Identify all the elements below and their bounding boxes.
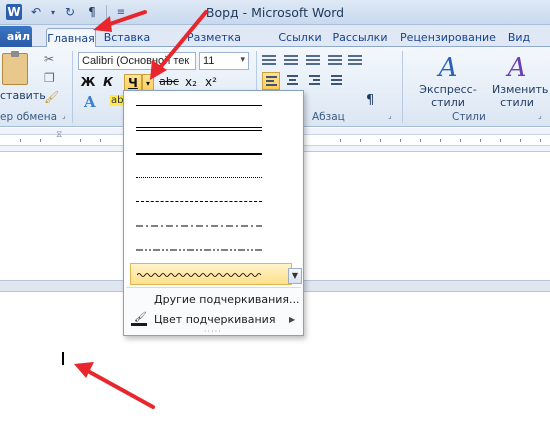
title-bar: W ↶ ▾ ↻ ¶ ≡ Ворд - Microsoft Word (0, 0, 550, 25)
ribbon-tabs: айл Главная Вставка Разметка страницы Сс… (0, 25, 550, 57)
word-window: W ↶ ▾ ↻ ¶ ≡ Ворд - Microsoft Word айл Гл… (0, 0, 550, 442)
group-separator (72, 51, 73, 123)
underline-gallery (126, 93, 301, 285)
cut-icon[interactable]: ✂ (44, 52, 54, 66)
paragraph-group-label: Абзац (312, 111, 345, 123)
tab-file[interactable]: айл (0, 26, 32, 47)
tab-insert[interactable]: Вставка (102, 28, 152, 47)
tab-mailings[interactable]: Рассылки (330, 28, 390, 47)
numbering-icon[interactable] (284, 55, 298, 67)
underline-style-menu: ▼ Другие подчеркивания... 🖌 Цвет подчерк… (123, 90, 304, 336)
tab-home[interactable]: Главная (46, 28, 96, 48)
underline-option-wave[interactable] (130, 263, 292, 285)
align-center-button[interactable] (284, 72, 302, 90)
text-effects-icon[interactable]: A (84, 93, 96, 111)
bold-button[interactable]: Ж (80, 74, 96, 92)
underline-color-item[interactable]: Цвет подчеркивания (154, 313, 275, 326)
pilcrow-icon[interactable]: ¶ (366, 93, 374, 108)
text-cursor (62, 352, 64, 365)
paragraph-launcher-icon[interactable]: ⌟ (388, 111, 392, 120)
change-styles-button[interactable]: A Изменить стили (492, 53, 549, 109)
font-size-field[interactable]: 11 ▾ (199, 52, 249, 70)
font-size-value: 11 (203, 55, 215, 67)
express-styles-button[interactable]: A Экспресс-стили (408, 53, 488, 109)
copy-icon[interactable]: ❐ (44, 71, 55, 85)
align-right-button[interactable] (306, 72, 324, 90)
resize-grip-icon[interactable]: ····· (204, 327, 222, 336)
submenu-arrow-icon: ▶ (289, 315, 296, 324)
window-title: Ворд - Microsoft Word (205, 5, 345, 20)
underline-option-double[interactable] (130, 119, 292, 141)
decrease-indent-icon[interactable] (328, 55, 342, 67)
more-underlines-item[interactable]: Другие подчеркивания... (154, 293, 300, 306)
express-styles-icon: A (438, 53, 458, 83)
paste-icon[interactable] (2, 51, 28, 85)
clipboard-group-label: ер обмена (0, 111, 58, 123)
multilevel-list-icon[interactable] (306, 55, 320, 67)
gallery-scroll-down-button[interactable]: ▼ (288, 268, 302, 284)
dash-dot-dot-line (136, 249, 262, 251)
wave-line (137, 273, 262, 277)
paste-button[interactable]: ставить (0, 89, 46, 102)
tab-view[interactable]: Вид (504, 28, 534, 47)
change-styles-label-2: стили (500, 96, 534, 109)
underline-option-dashed[interactable] (130, 191, 292, 213)
dash-dot-line (136, 225, 262, 227)
font-name-field[interactable]: Calibri (Основной тек (78, 52, 196, 70)
underline-option-dash-dot-dot[interactable] (130, 239, 292, 261)
change-styles-label-1: Изменить (492, 83, 549, 96)
underline-color-icon: 🖌 (131, 312, 147, 326)
menu-separator (126, 287, 301, 288)
underline-option-dotted[interactable] (130, 167, 292, 189)
chevron-down-icon[interactable]: ▾ (240, 55, 245, 65)
express-styles-label: Экспресс-стили (419, 83, 477, 109)
styles-launcher-icon[interactable]: ⌟ (538, 111, 542, 120)
justify-button[interactable] (328, 72, 346, 90)
bullets-icon[interactable] (262, 55, 276, 67)
align-left-button[interactable] (262, 72, 280, 90)
indent-marker-icon[interactable]: ⧖ (56, 130, 62, 140)
underline-option-single[interactable] (130, 95, 292, 117)
tab-review[interactable]: Рецензирование (398, 28, 498, 47)
underline-option-dash-dot[interactable] (130, 215, 292, 237)
italic-button[interactable]: К (100, 74, 116, 92)
change-styles-icon: A (507, 53, 527, 83)
tab-page-layout[interactable]: Разметка страницы (158, 28, 270, 57)
clipboard-launcher-icon[interactable]: ⌟ (62, 111, 66, 120)
underline-option-thick[interactable] (130, 143, 292, 165)
format-painter-icon[interactable]: 🖌 (44, 90, 59, 104)
increase-indent-icon[interactable] (348, 55, 362, 67)
tab-references[interactable]: Ссылки (276, 28, 324, 47)
styles-group-label: Стили (452, 111, 486, 123)
group-separator (402, 51, 403, 123)
